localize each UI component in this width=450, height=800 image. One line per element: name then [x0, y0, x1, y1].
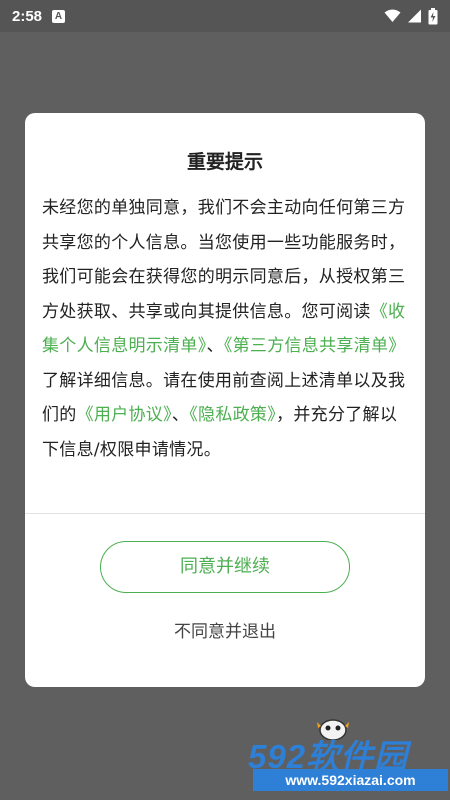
status-icons [384, 7, 438, 25]
consent-dialog: 重要提示 未经您的单独同意，我们不会主动向任何第三方共享您的个人信息。当您使用一… [25, 113, 425, 687]
signal-icon [408, 9, 421, 23]
dialog-title: 重要提示 [186, 151, 263, 173]
watermark: 592软件园 www.592xiazai.com [248, 712, 448, 798]
wifi-icon [384, 9, 401, 22]
battery-icon [428, 7, 438, 24]
body-separator-1: 、 [206, 336, 224, 356]
link-user-agreement[interactable]: 《用户协议》 [77, 405, 172, 425]
body-text-1: 未经您的单独同意，我们不会主动向任何第三方共享您的个人信息。当您使用一些功能服务… [42, 198, 406, 322]
status-bar: 2:58 A [0, 0, 450, 32]
status-time: 2:58 [12, 7, 43, 25]
divider [25, 513, 425, 514]
watermark-url: www.592xiazai.com [253, 769, 448, 791]
dialog-body: 未经您的单独同意，我们不会主动向任何第三方共享您的个人信息。当您使用一些功能服务… [42, 191, 414, 467]
body-separator-2: 、 [171, 405, 190, 425]
link-privacy-policy[interactable]: 《隐私政策》 [189, 405, 276, 425]
a-notification-icon: A [52, 9, 66, 23]
link-third-party-share-list[interactable]: 《第三方信息共享清单》 [224, 336, 406, 356]
disagree-exit-button[interactable]: 不同意并退出 [25, 617, 425, 642]
agree-continue-button[interactable]: 同意并继续 [100, 541, 350, 593]
